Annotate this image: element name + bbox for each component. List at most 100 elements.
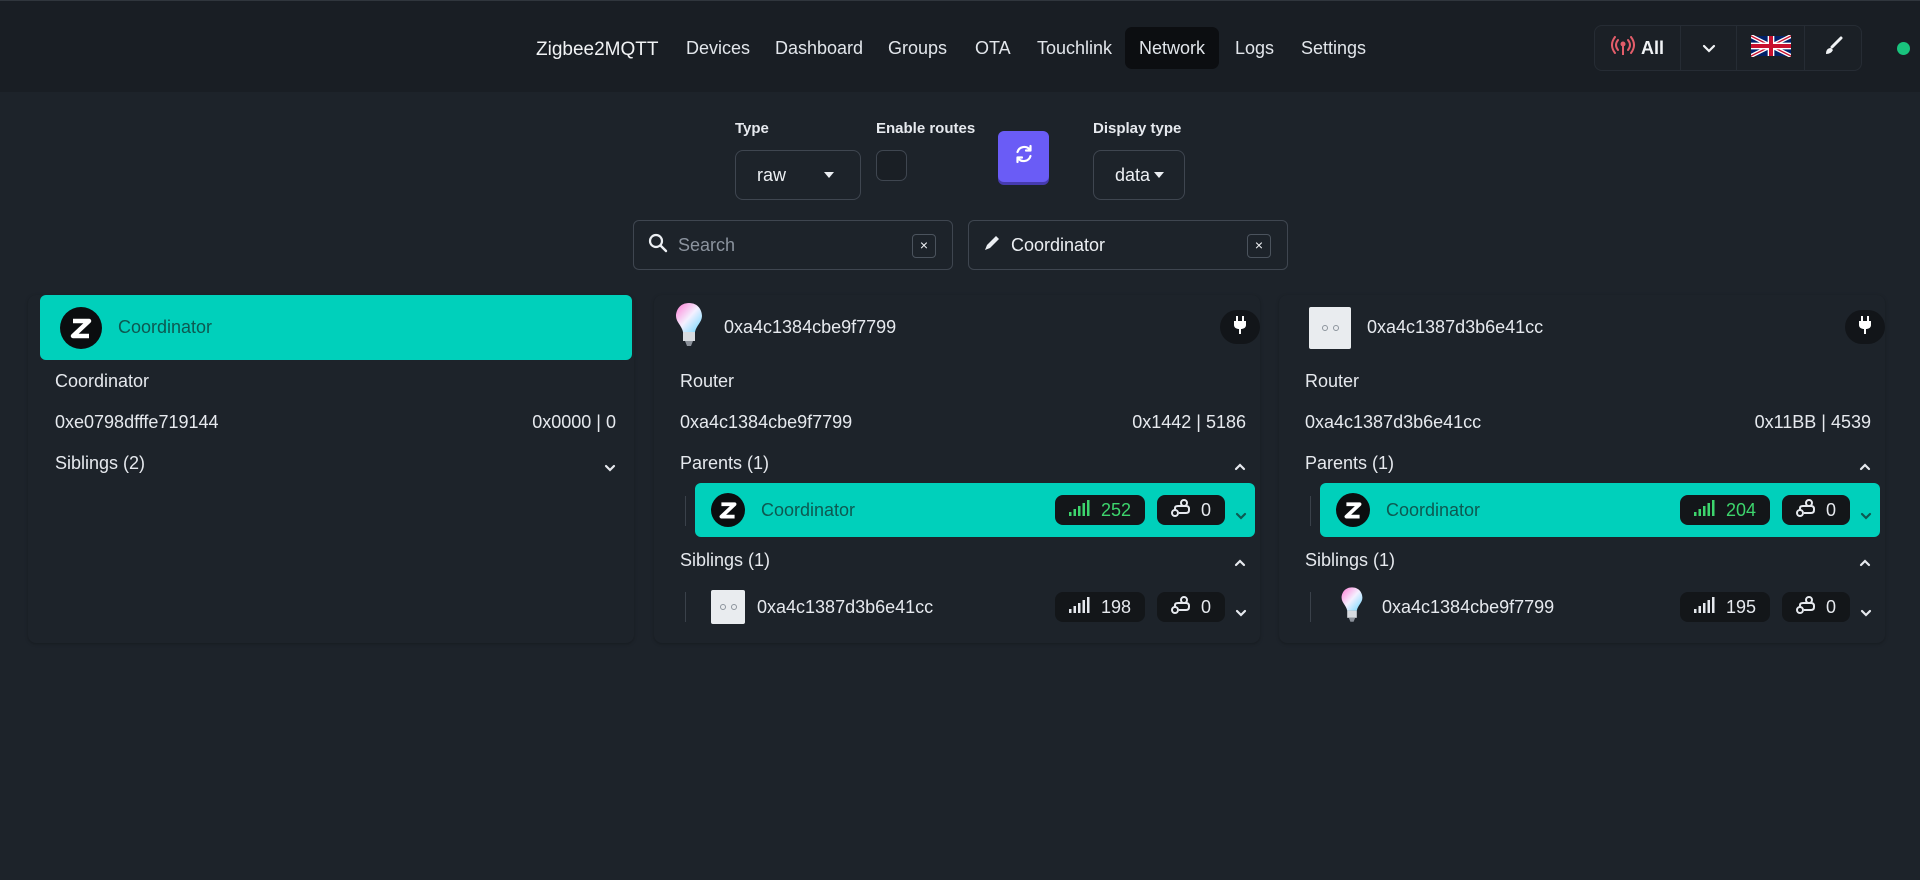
power-source-badge — [1845, 310, 1885, 344]
sibling-row[interactable]: 0xa4c1384cbe9f7799 195 0 — [1320, 580, 1880, 634]
parent-name: Coordinator — [761, 499, 856, 520]
search-field: × — [633, 220, 953, 270]
permit-join-dropdown[interactable] — [1681, 26, 1737, 70]
siblings-toggle[interactable]: Siblings (1) — [1305, 550, 1395, 571]
device-card-switch: 0xa4c1387d3b6e41cc Router 0xa4c1387d3b6e… — [1279, 295, 1885, 643]
sibling-name: 0xa4c1384cbe9f7799 — [1382, 596, 1555, 617]
device-card-bulb: 0xa4c1384cbe9f7799 Router 0xa4c1384cbe9f… — [654, 295, 1260, 643]
depth-value: 0 — [1200, 499, 1211, 520]
enable-routes-checkbox[interactable] — [876, 150, 907, 181]
depth-badge: 0 — [1782, 592, 1850, 622]
nav-groups[interactable]: Groups — [874, 27, 961, 69]
type-label: Type — [735, 120, 769, 137]
tree-line — [1310, 592, 1311, 622]
plug-icon — [1233, 315, 1247, 339]
enable-routes-label: Enable routes — [876, 120, 976, 137]
parent-row[interactable]: Coordinator 252 0 — [695, 483, 1255, 537]
lqi-value: 198 — [1100, 596, 1132, 617]
device-name: 0xa4c1384cbe9f7799 — [724, 317, 897, 337]
type-select[interactable]: raw — [735, 150, 861, 200]
zigbee-logo-icon — [1336, 493, 1370, 527]
device-filter-value: Coordinator — [1011, 234, 1106, 255]
chevron-up-icon[interactable] — [1859, 552, 1871, 573]
display-type-label: Display type — [1093, 120, 1182, 137]
permit-join-button[interactable]: All — [1595, 26, 1681, 70]
brand-link[interactable]: Zigbee2MQTT — [536, 39, 658, 61]
parent-row[interactable]: Coordinator 204 0 — [1320, 483, 1880, 537]
lqi-value: 195 — [1725, 596, 1757, 617]
nav-logs[interactable]: Logs — [1221, 27, 1288, 69]
paintbrush-icon — [1823, 36, 1843, 61]
rgb-bulb-icon — [1340, 585, 1364, 630]
rgb-bulb-icon — [674, 300, 704, 355]
device-network-address: 0x11BB | 4539 — [1754, 412, 1871, 432]
sibling-name: 0xa4c1387d3b6e41cc — [757, 596, 934, 617]
nav-touchlink[interactable]: Touchlink — [1023, 27, 1126, 69]
lqi-badge: 198 — [1055, 592, 1145, 622]
antenna-icon — [1610, 35, 1635, 61]
lqi-value: 204 — [1725, 499, 1757, 520]
chevron-down-icon[interactable] — [1860, 602, 1872, 623]
navbar-actions: All — [1594, 25, 1862, 71]
power-source-badge — [1220, 310, 1260, 344]
search-icon — [648, 233, 668, 258]
tree-line — [685, 496, 686, 526]
device-network-address: 0x0000 | 0 — [532, 412, 616, 432]
permit-join-label: All — [1640, 37, 1664, 58]
lqi-badge: 204 — [1680, 495, 1770, 525]
language-selector[interactable] — [1737, 26, 1805, 70]
signal-icon — [1693, 499, 1716, 521]
chevron-down-icon[interactable] — [1860, 505, 1872, 526]
device-name: Coordinator — [118, 317, 213, 337]
plug-icon — [1858, 315, 1872, 339]
depth-value: 0 — [1825, 596, 1836, 617]
device-card-header[interactable]: 0xa4c1387d3b6e41cc — [1279, 295, 1885, 360]
sibling-row[interactable]: 0xa4c1387d3b6e41cc 198 0 — [695, 580, 1255, 634]
chevron-up-icon[interactable] — [1234, 552, 1246, 573]
nav-devices[interactable]: Devices — [672, 27, 764, 69]
device-filter-field[interactable]: Coordinator × — [968, 220, 1288, 270]
search-input[interactable] — [678, 234, 898, 256]
parents-toggle[interactable]: Parents (1) — [680, 453, 769, 474]
tree-line — [1310, 496, 1311, 526]
caret-down-icon — [1154, 172, 1165, 178]
chevron-up-icon[interactable] — [1859, 456, 1871, 477]
display-type-select[interactable]: data — [1093, 150, 1185, 200]
chevron-down-icon[interactable] — [1235, 505, 1247, 526]
siblings-toggle[interactable]: Siblings (2) — [55, 453, 145, 474]
nav-dashboard[interactable]: Dashboard — [761, 27, 877, 69]
nav-network[interactable]: Network — [1125, 27, 1220, 69]
parents-toggle[interactable]: Parents (1) — [1305, 453, 1394, 474]
refresh-button[interactable] — [998, 131, 1049, 182]
depth-value: 0 — [1825, 499, 1836, 520]
theme-button[interactable] — [1805, 26, 1861, 70]
siblings-toggle[interactable]: Siblings (1) — [680, 550, 770, 571]
signal-icon — [1693, 596, 1716, 618]
clear-device-filter-button[interactable]: × — [1247, 234, 1271, 258]
depth-badge: 0 — [1157, 495, 1225, 525]
refresh-icon — [1014, 144, 1034, 169]
zigbee-logo-icon — [711, 493, 745, 527]
zigbee-logo-icon — [60, 306, 102, 349]
lqi-value: 252 — [1100, 499, 1132, 520]
caret-down-icon — [824, 172, 835, 178]
route-icon — [1795, 498, 1816, 522]
device-ieee: 0xe0798dfffe719144 — [55, 412, 219, 432]
lqi-badge: 252 — [1055, 495, 1145, 525]
depth-value: 0 — [1200, 596, 1211, 617]
device-card-header[interactable]: 0xa4c1384cbe9f7799 — [654, 295, 1260, 360]
device-type: Router — [680, 371, 735, 391]
clear-search-button[interactable]: × — [912, 234, 936, 258]
chevron-down-icon[interactable] — [604, 457, 616, 478]
signal-icon — [1068, 499, 1091, 521]
chevron-down-icon[interactable] — [1235, 602, 1247, 623]
chevron-up-icon[interactable] — [1234, 456, 1246, 477]
parent-name: Coordinator — [1386, 499, 1481, 520]
route-icon — [1795, 595, 1816, 619]
nav-ota[interactable]: OTA — [961, 27, 1025, 69]
device-card-header[interactable]: Coordinator — [40, 295, 632, 360]
nav-settings[interactable]: Settings — [1287, 27, 1380, 69]
wall-switch-icon — [711, 590, 745, 624]
signal-icon — [1068, 596, 1091, 618]
type-select-value: raw — [757, 164, 787, 185]
